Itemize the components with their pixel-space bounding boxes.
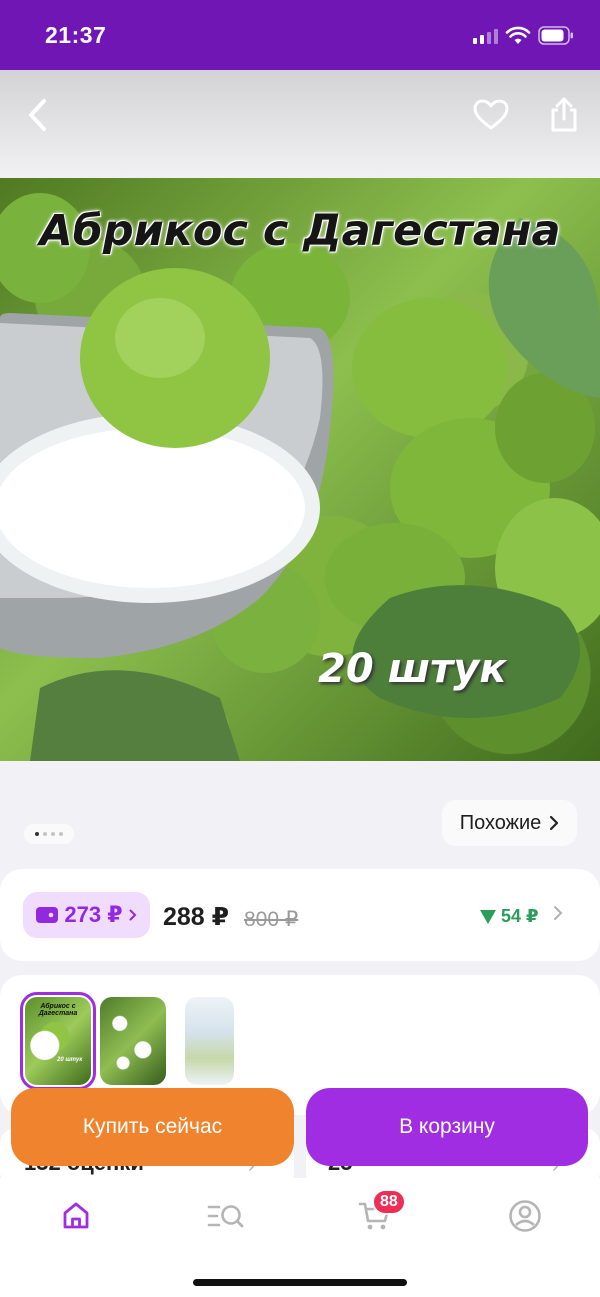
variant-thumbnail[interactable] <box>185 997 234 1085</box>
product-top-bar <box>0 70 600 178</box>
image-pagination-dots <box>24 824 74 844</box>
wallet-icon <box>36 907 59 923</box>
variant-thumbnail[interactable] <box>100 997 166 1085</box>
tab-catalog[interactable] <box>206 1196 246 1236</box>
share-icon[interactable] <box>541 92 587 138</box>
wallet-price-button[interactable]: 273 ₽ <box>23 892 150 938</box>
product-image-title: Абрикос с Дагестана <box>39 206 561 256</box>
wallet-price-value: 273 ₽ <box>64 902 123 927</box>
price-card: 273 ₽ 288 ₽ 800 ₽ 54 ₽ <box>0 869 600 961</box>
cart-count-badge: 88 <box>372 1189 406 1215</box>
profile-icon <box>509 1200 541 1232</box>
variant-thumbnail[interactable]: Абрикос с Дагестана 20 штук <box>20 992 96 1090</box>
tab-home[interactable] <box>56 1196 96 1236</box>
variant-thumbnail-title: Абрикос с Дагестана <box>38 1003 78 1017</box>
triangle-down-icon <box>480 909 496 924</box>
tab-profile[interactable] <box>505 1196 545 1236</box>
chevron-left-icon[interactable] <box>14 92 60 138</box>
cellular-signal-icon <box>473 28 498 44</box>
wifi-icon <box>505 26 531 44</box>
home-indicator[interactable] <box>193 1279 407 1286</box>
chevron-right-icon <box>550 815 559 831</box>
price-drop-value: 54 ₽ <box>501 906 539 926</box>
price-drop-amount[interactable]: 54 ₽ <box>480 906 539 927</box>
product-image[interactable]: Абрикос с Дагестана 20 штук <box>0 178 600 761</box>
status-bar: 21:37 <box>0 0 600 70</box>
chevron-right-icon <box>129 909 136 921</box>
chevron-right-icon[interactable] <box>553 904 563 927</box>
product-image-count: 20 штук <box>318 646 507 692</box>
similar-label: Похожие <box>459 811 542 834</box>
heart-icon[interactable] <box>468 92 514 138</box>
buy-now-button[interactable]: Купить сейчас <box>11 1088 294 1166</box>
apricots-illustration <box>0 193 600 761</box>
old-price: 800 ₽ <box>244 908 299 931</box>
variant-thumbnail-count: 20 штук <box>57 1057 83 1063</box>
home-icon <box>63 1202 89 1229</box>
catalog-search-icon <box>207 1205 244 1228</box>
status-time: 21:37 <box>45 22 107 48</box>
current-price: 288 ₽ <box>163 903 230 931</box>
similar-button[interactable]: Похожие <box>442 800 577 846</box>
add-to-cart-button[interactable]: В корзину <box>306 1088 588 1166</box>
battery-icon <box>538 26 573 45</box>
